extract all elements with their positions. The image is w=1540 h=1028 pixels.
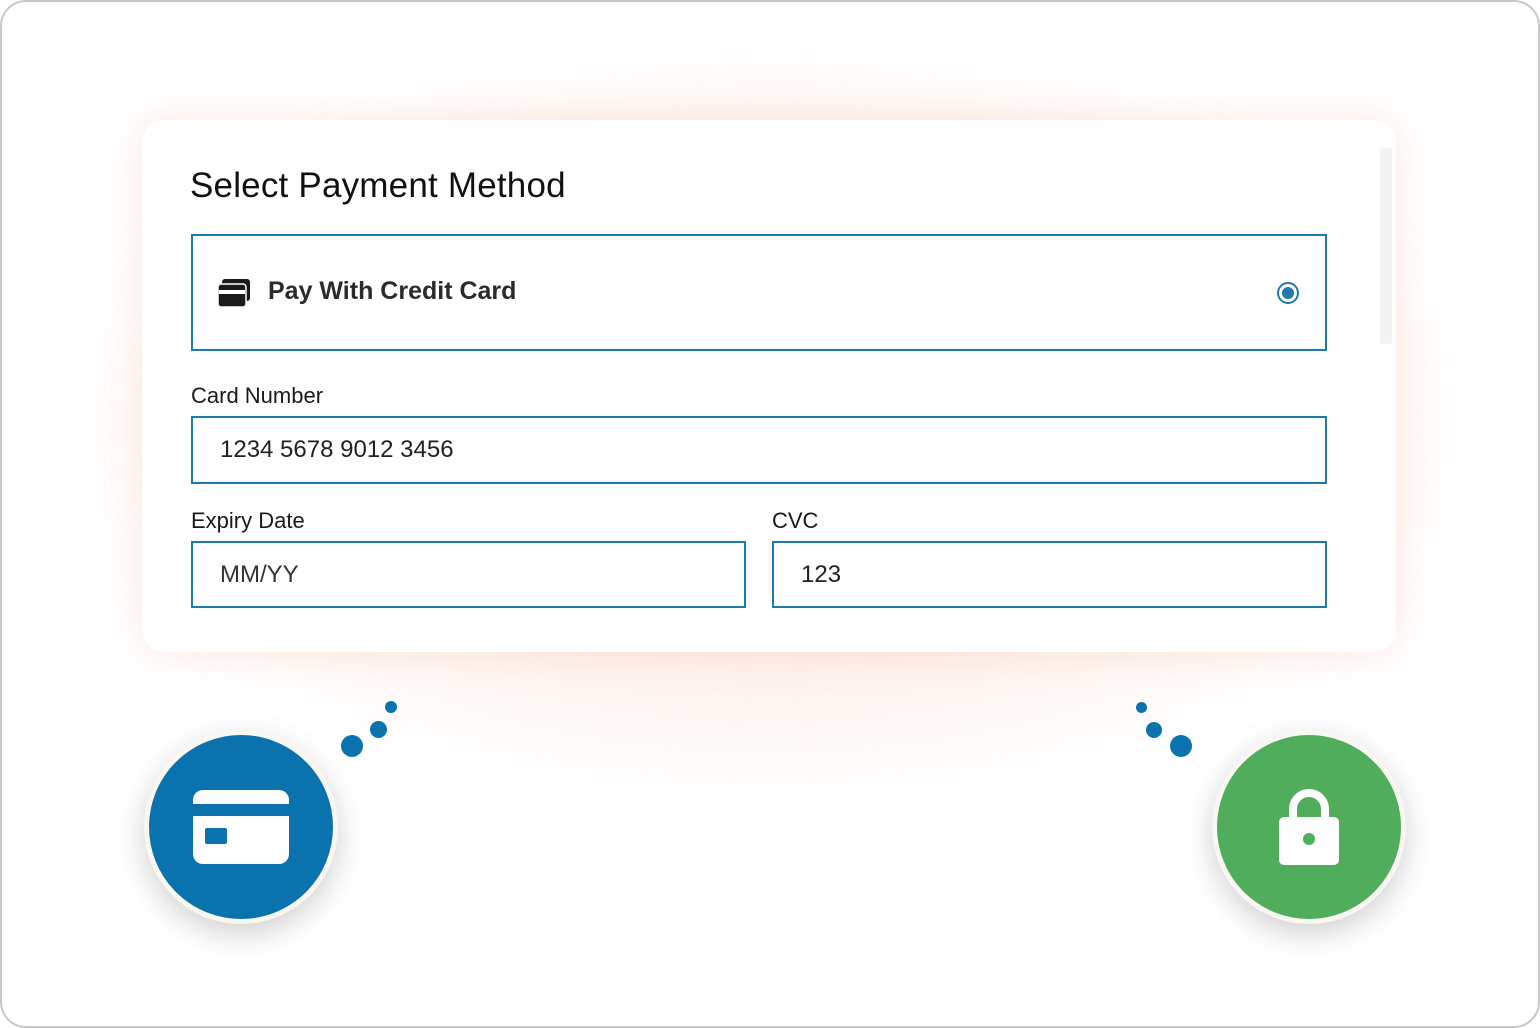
lock-badge (1212, 730, 1406, 924)
card-number-label: Card Number (191, 383, 324, 408)
decor-dot (1170, 735, 1192, 757)
card-scrollbar[interactable] (1380, 148, 1392, 344)
decor-dot (341, 735, 363, 757)
credit-card-icon (218, 279, 250, 307)
payment-method-label: Pay With Credit Card (268, 277, 517, 305)
decor-dot (370, 721, 387, 738)
payment-method-radio[interactable] (1277, 282, 1299, 304)
decor-dot (1146, 722, 1162, 738)
credit-card-badge (144, 730, 338, 924)
lock-icon (1279, 789, 1339, 865)
expiry-date-label: Expiry Date (191, 508, 305, 533)
decor-dot (385, 701, 397, 713)
expiry-date-input[interactable] (191, 541, 746, 608)
decor-dot (1136, 702, 1147, 713)
cvc-label: CVC (772, 508, 819, 533)
cvc-input[interactable] (772, 541, 1327, 608)
credit-card-icon (193, 790, 289, 864)
page-title: Select Payment Method (190, 166, 566, 205)
card-number-input[interactable] (191, 416, 1327, 484)
